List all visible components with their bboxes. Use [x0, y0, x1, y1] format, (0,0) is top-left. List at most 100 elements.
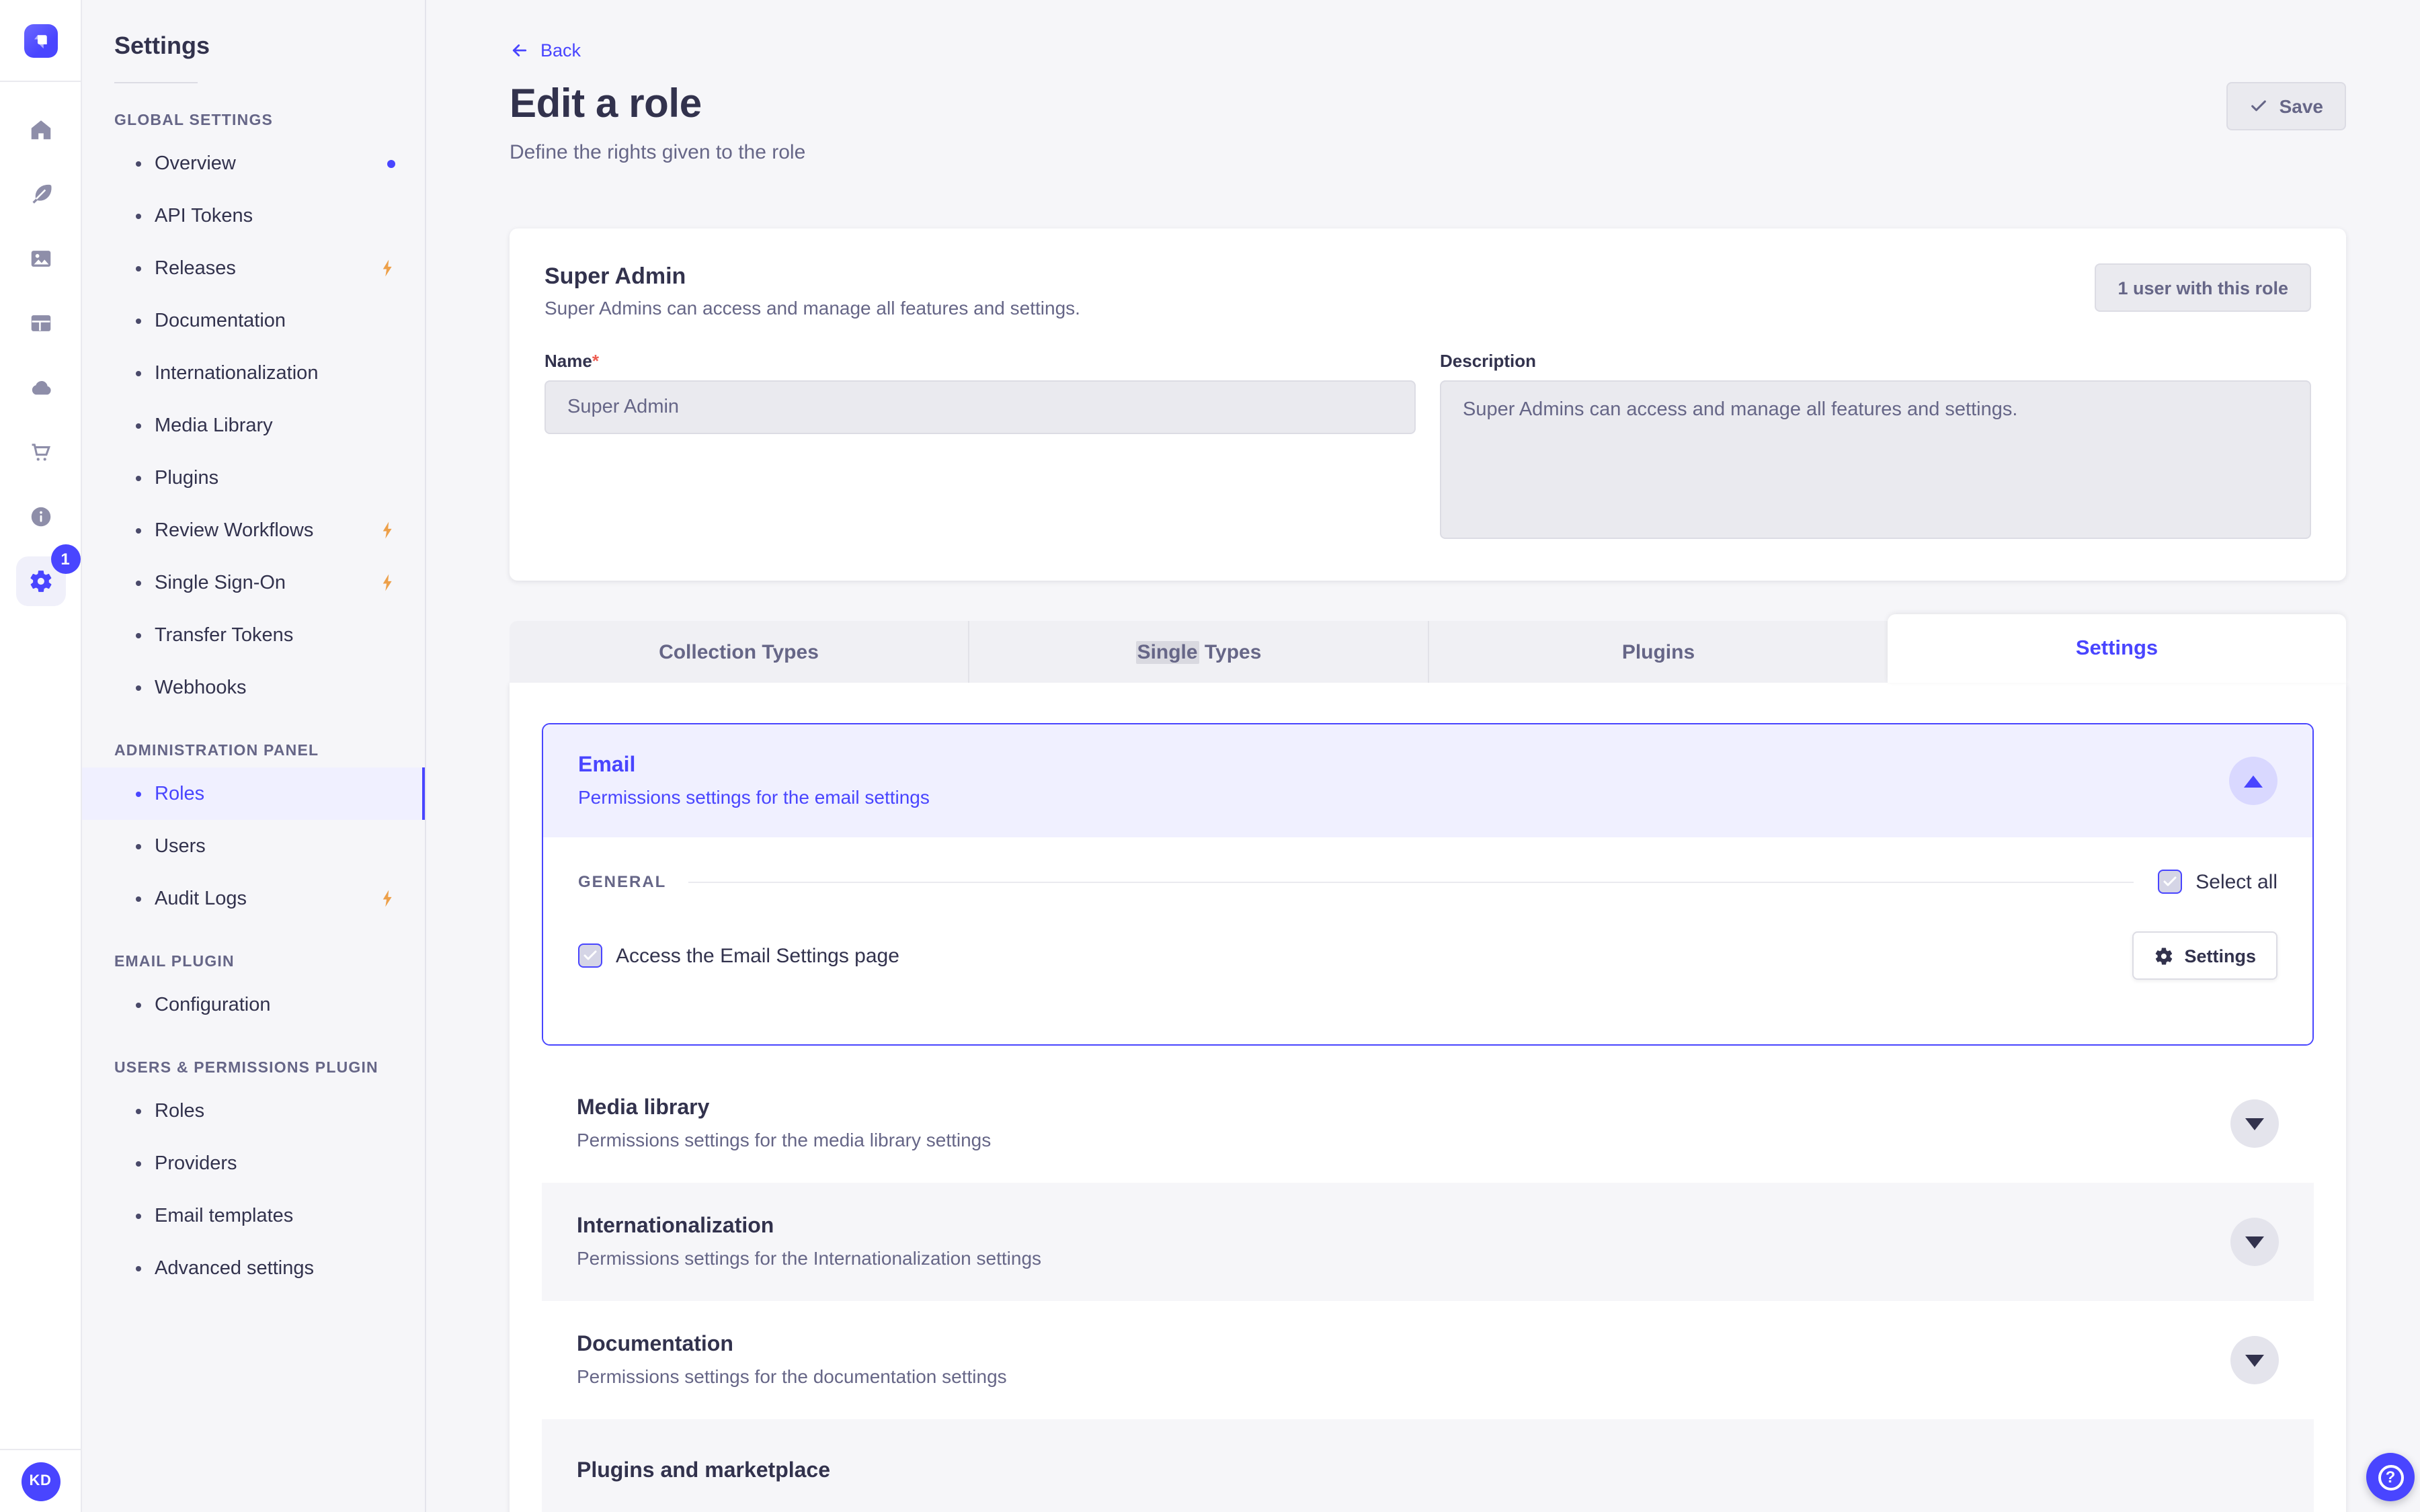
help-button[interactable]: ? [2366, 1453, 2415, 1501]
settings-gear-rail-item[interactable]: 1 [0, 544, 81, 614]
tab-collection-types[interactable]: Collection Types [510, 621, 969, 683]
check-icon [2163, 876, 2177, 886]
section-email-plugin: EMAIL PLUGIN Configuration [82, 954, 425, 1031]
marketplace-cart-icon[interactable] [0, 419, 81, 484]
rail-icon-list: 1 [0, 82, 81, 614]
section-administration-panel: ADMINISTRATION PANEL Roles Users Audit L… [82, 743, 425, 925]
tab-single-types[interactable]: Single Types [969, 621, 1429, 683]
description-textarea[interactable]: Super Admins can access and manage all f… [1440, 380, 2311, 539]
sidebar-item-email-templates[interactable]: Email templates [82, 1189, 425, 1242]
bullet [136, 791, 141, 796]
tab-plugins[interactable]: Plugins [1429, 621, 1888, 683]
section-global-settings: GLOBAL SETTINGS Overview API Tokens Rele… [82, 113, 425, 714]
content-manager-icon[interactable] [0, 161, 81, 226]
back-link[interactable]: Back [510, 0, 581, 60]
info-icon[interactable] [0, 484, 81, 548]
checkbox-checked[interactable] [578, 943, 602, 968]
bullet [136, 318, 141, 323]
sidebar-item-review-workflows[interactable]: Review Workflows [82, 504, 425, 556]
lightning-icon [382, 574, 392, 591]
sidebar-title: Settings [114, 32, 210, 59]
sidebar-item-internationalization[interactable]: Internationalization [82, 347, 425, 399]
nav-rail: 1 KD [0, 0, 82, 1512]
tab-settings[interactable]: Settings [1888, 614, 2346, 683]
description-label: Description [1440, 351, 1537, 371]
sidebar-item-overview[interactable]: Overview [82, 137, 425, 190]
section-label: USERS & PERMISSIONS PLUGIN [114, 1060, 378, 1077]
sidebar-item-users[interactable]: Users [82, 820, 425, 872]
users-with-role-button[interactable]: 1 user with this role [2095, 263, 2311, 312]
sidebar-item-media-library[interactable]: Media Library [82, 399, 425, 452]
bullet [136, 1161, 141, 1166]
media-library-icon[interactable] [0, 226, 81, 290]
permissions-tabs: Collection Types Single Types Plugins Se… [510, 614, 2346, 683]
sidebar-item-advanced-settings[interactable]: Advanced settings [82, 1242, 425, 1294]
notifications-badge: 1 [50, 544, 80, 574]
sidebar-item-transfer-tokens[interactable]: Transfer Tokens [82, 609, 425, 661]
expand-button[interactable] [2230, 1099, 2279, 1148]
home-icon[interactable] [0, 97, 81, 161]
page-title: Edit a role [510, 82, 702, 126]
documentation-accordion[interactable]: Documentation Permissions settings for t… [542, 1301, 2314, 1419]
collapse-button[interactable] [2229, 757, 2277, 805]
content-type-builder-icon[interactable] [0, 290, 81, 355]
general-section-label: GENERAL [578, 872, 667, 891]
lightning-icon [382, 259, 392, 277]
sidebar-item-documentation[interactable]: Documentation [82, 294, 425, 347]
gear-icon [30, 571, 51, 592]
settings-sidebar: Settings GLOBAL SETTINGS Overview API To… [82, 0, 426, 1512]
name-input[interactable] [544, 380, 1416, 434]
sidebar-item-api-tokens[interactable]: API Tokens [82, 190, 425, 242]
sidebar-item-configuration[interactable]: Configuration [82, 978, 425, 1031]
bullet [136, 475, 141, 480]
bullet [136, 265, 141, 271]
internationalization-accordion[interactable]: Internationalization Permissions setting… [542, 1183, 2314, 1301]
email-accordion-subtitle: Permissions settings for the email setti… [578, 786, 930, 808]
bullet [136, 423, 141, 428]
expand-button[interactable] [2230, 1218, 2279, 1266]
bullet [136, 1213, 141, 1218]
sidebar-item-webhooks[interactable]: Webhooks [82, 661, 425, 714]
access-email-settings-label: Access the Email Settings page [616, 944, 899, 967]
select-all-checkbox[interactable]: Select all [2158, 870, 2277, 894]
sidebar-item-up-roles[interactable]: Roles [82, 1085, 425, 1137]
bullet [136, 896, 141, 901]
deploy-cloud-icon[interactable] [0, 355, 81, 419]
sidebar-item-single-sign-on[interactable]: Single Sign-On [82, 556, 425, 609]
access-email-settings-checkbox[interactable]: Access the Email Settings page [578, 943, 899, 968]
expand-button[interactable] [2230, 1336, 2279, 1384]
strapi-logo[interactable] [24, 24, 57, 57]
description-field-group: Description Super Admins can access and … [1440, 351, 2311, 546]
question-mark-icon: ? [2378, 1464, 2403, 1490]
chevron-down-icon [2245, 1118, 2264, 1130]
strapi-admin-app: 1 KD Settings GLOBAL SETTINGS Overview A… [0, 0, 2420, 1512]
bullet [136, 370, 141, 376]
bullet [136, 161, 141, 166]
checkbox-checked[interactable] [2158, 870, 2183, 894]
chevron-up-icon [2244, 775, 2263, 787]
sidebar-item-releases[interactable]: Releases [82, 242, 425, 294]
check-icon [583, 950, 597, 960]
name-label: Name* [544, 351, 599, 371]
user-avatar[interactable]: KD [21, 1462, 60, 1501]
plugins-marketplace-accordion[interactable]: Plugins and marketplace [542, 1419, 2314, 1512]
save-button[interactable]: Save [2226, 82, 2346, 130]
bullet [136, 843, 141, 849]
gear-icon [2155, 947, 2172, 964]
section-users-permissions-plugin: USERS & PERMISSIONS PLUGIN Roles Provide… [82, 1060, 425, 1294]
select-all-label: Select all [2195, 870, 2277, 893]
sidebar-item-providers[interactable]: Providers [82, 1137, 425, 1189]
sidebar-item-roles[interactable]: Roles [82, 767, 425, 820]
bullet [136, 580, 141, 585]
media-library-accordion[interactable]: Media library Permissions settings for t… [542, 1064, 2314, 1183]
sidebar-item-audit-logs[interactable]: Audit Logs [82, 872, 425, 925]
email-accordion-header[interactable]: Email Permissions settings for the email… [543, 724, 2312, 837]
email-settings-button[interactable]: Settings [2132, 931, 2277, 980]
highlighted-word: Single [1135, 640, 1199, 663]
sidebar-item-plugins[interactable]: Plugins [82, 452, 425, 504]
bullet [136, 1265, 141, 1271]
email-accordion-title: Email [578, 754, 636, 777]
name-field-group: Name* [544, 351, 1416, 546]
chevron-down-icon [2245, 1354, 2264, 1366]
email-accordion-body: GENERAL Select all Access the Email Sett… [543, 837, 2312, 1044]
